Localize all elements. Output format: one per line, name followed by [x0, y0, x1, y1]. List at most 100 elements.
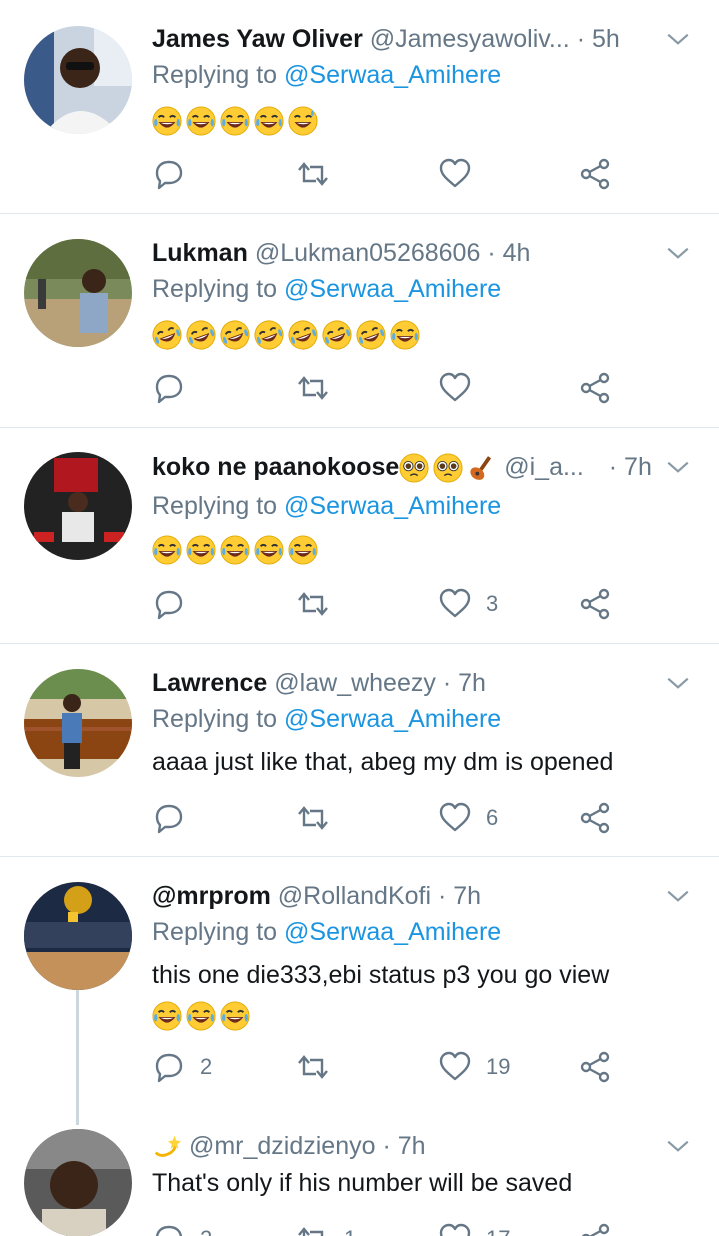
share-button[interactable]	[578, 584, 612, 624]
retweet-icon	[298, 1227, 324, 1236]
avatar[interactable]	[24, 669, 132, 777]
chevron-down-icon[interactable]	[665, 240, 691, 266]
reply-button[interactable]	[152, 798, 200, 838]
tweet-text: That's only if his number will be saved	[152, 1169, 573, 1197]
reply-button[interactable]	[152, 154, 200, 194]
name-emojis	[399, 453, 497, 483]
tweet-1[interactable]: James Yaw Oliver @Jamesyawoliv... · 5h R…	[0, 0, 719, 214]
display-name[interactable]: Lawrence	[152, 669, 267, 697]
share-icon	[580, 588, 610, 620]
share-button[interactable]	[578, 154, 612, 194]
like-button[interactable]: 17	[438, 1219, 510, 1236]
retweet-button[interactable]	[296, 1047, 344, 1087]
heart-icon	[439, 1051, 471, 1081]
retweet-button[interactable]	[296, 368, 344, 408]
timestamp[interactable]: · 7h	[438, 882, 481, 910]
heart-icon	[439, 372, 471, 402]
retweet-button[interactable]: 1	[296, 1219, 356, 1236]
reply-button[interactable]	[152, 584, 200, 624]
chevron-down-icon[interactable]	[665, 26, 691, 52]
avatar[interactable]	[24, 882, 132, 990]
chevron-down-icon[interactable]	[665, 670, 691, 696]
display-name[interactable]: @mrprom	[152, 882, 271, 910]
tweet-2[interactable]: Lukman @Lukman05268606 · 4h Replying to …	[0, 214, 719, 428]
chevron-down-icon[interactable]	[665, 883, 691, 909]
replying-to: Replying to @Serwaa_Amihere	[152, 702, 501, 736]
user-handle[interactable]: @mr_dzidzienyo	[189, 1132, 376, 1160]
tweet-3[interactable]: koko ne paanokoose @i_a... · 7h Replying…	[0, 428, 719, 644]
tweet-actions: 2 19	[152, 1047, 632, 1087]
heart-icon	[439, 1223, 471, 1236]
user-handle[interactable]: @Lukman05268606	[255, 239, 481, 267]
share-button[interactable]	[578, 368, 612, 408]
avatar[interactable]	[24, 26, 132, 134]
rolling-laughing-emoji-icon	[254, 320, 284, 350]
like-count: 17	[486, 1226, 510, 1236]
retweet-button[interactable]	[296, 154, 344, 194]
avatar[interactable]	[24, 239, 132, 347]
display-name[interactable]: James Yaw Oliver	[152, 25, 363, 53]
retweet-icon	[298, 1055, 328, 1079]
share-button[interactable]	[578, 1219, 612, 1236]
like-count: 19	[486, 1054, 511, 1079]
tears-of-joy-emoji-icon	[254, 106, 284, 136]
pleading-face-emoji-icon	[433, 453, 463, 483]
user-handle[interactable]: @RollandKofi	[278, 882, 431, 910]
avatar[interactable]	[24, 452, 132, 560]
timestamp[interactable]: · 5h	[577, 25, 620, 53]
tweet-6[interactable]: @mr_dzidzienyo · 7h That's only if his n…	[0, 1117, 719, 1236]
emoji-row	[152, 535, 318, 565]
tears-of-joy-emoji-icon	[152, 535, 182, 565]
name-emojis	[152, 1132, 182, 1162]
replying-label: Replying to	[152, 705, 278, 733]
reply-button[interactable]: 2	[152, 1219, 212, 1236]
like-button[interactable]: 3	[438, 584, 498, 624]
rolling-laughing-emoji-icon	[220, 320, 250, 350]
replying-label: Replying to	[152, 61, 278, 89]
mention-link[interactable]: @Serwaa_Amihere	[284, 492, 501, 520]
retweet-icon	[298, 162, 328, 186]
chevron-down-icon[interactable]	[665, 1133, 691, 1159]
share-button[interactable]	[578, 1047, 612, 1087]
tweet-header: koko ne paanokoose @i_a... · 7h	[152, 450, 699, 484]
tears-of-joy-emoji-icon	[390, 320, 420, 350]
user-handle[interactable]: @law_wheezy	[274, 669, 436, 697]
tweet-actions	[152, 154, 632, 194]
share-icon	[580, 372, 610, 404]
tweet-5[interactable]: @mrprom @RollandKofi · 7h Replying to @S…	[0, 857, 719, 1117]
mention-link[interactable]: @Serwaa_Amihere	[284, 705, 501, 733]
mention-link[interactable]: @Serwaa_Amihere	[284, 61, 501, 89]
mention-link[interactable]: @Serwaa_Amihere	[284, 275, 501, 303]
display-name[interactable]: koko ne paanokoose	[152, 453, 399, 481]
user-handle[interactable]: @i_a...	[504, 453, 584, 481]
tweet-actions	[152, 368, 632, 408]
timestamp[interactable]: · 7h	[443, 669, 486, 697]
reply-button[interactable]: 2	[152, 1047, 212, 1087]
tears-of-joy-emoji-icon	[220, 535, 250, 565]
share-icon	[581, 1223, 610, 1236]
chevron-down-icon[interactable]	[665, 454, 691, 480]
reply-button[interactable]	[152, 368, 200, 408]
timestamp[interactable]: · 7h	[382, 1132, 425, 1160]
user-handle[interactable]: @Jamesyawoliv...	[370, 25, 570, 53]
like-button[interactable]	[438, 154, 486, 194]
rolling-laughing-emoji-icon	[152, 320, 182, 350]
retweet-button[interactable]	[296, 798, 344, 838]
avatar[interactable]	[24, 1129, 132, 1236]
timestamp[interactable]: · 7h	[609, 453, 652, 481]
tears-of-joy-emoji-icon	[152, 1001, 182, 1031]
retweet-button[interactable]	[296, 584, 344, 624]
tears-of-joy-emoji-icon	[220, 106, 250, 136]
timestamp[interactable]: · 4h	[487, 239, 530, 267]
mention-link[interactable]: @Serwaa_Amihere	[284, 918, 501, 946]
tweet-text: this one die333,ebi status p3 you go vie…	[152, 955, 699, 1035]
tears-of-joy-emoji-icon	[254, 535, 284, 565]
display-name[interactable]: Lukman	[152, 239, 248, 267]
like-button[interactable]	[438, 368, 486, 408]
tweet-4[interactable]: Lawrence @law_wheezy · 7h Replying to @S…	[0, 644, 719, 857]
tears-of-joy-emoji-icon	[220, 1001, 250, 1031]
like-button[interactable]: 6	[438, 798, 498, 838]
share-button[interactable]	[578, 798, 612, 838]
thread-line	[76, 990, 79, 1125]
like-button[interactable]: 19	[438, 1047, 510, 1087]
